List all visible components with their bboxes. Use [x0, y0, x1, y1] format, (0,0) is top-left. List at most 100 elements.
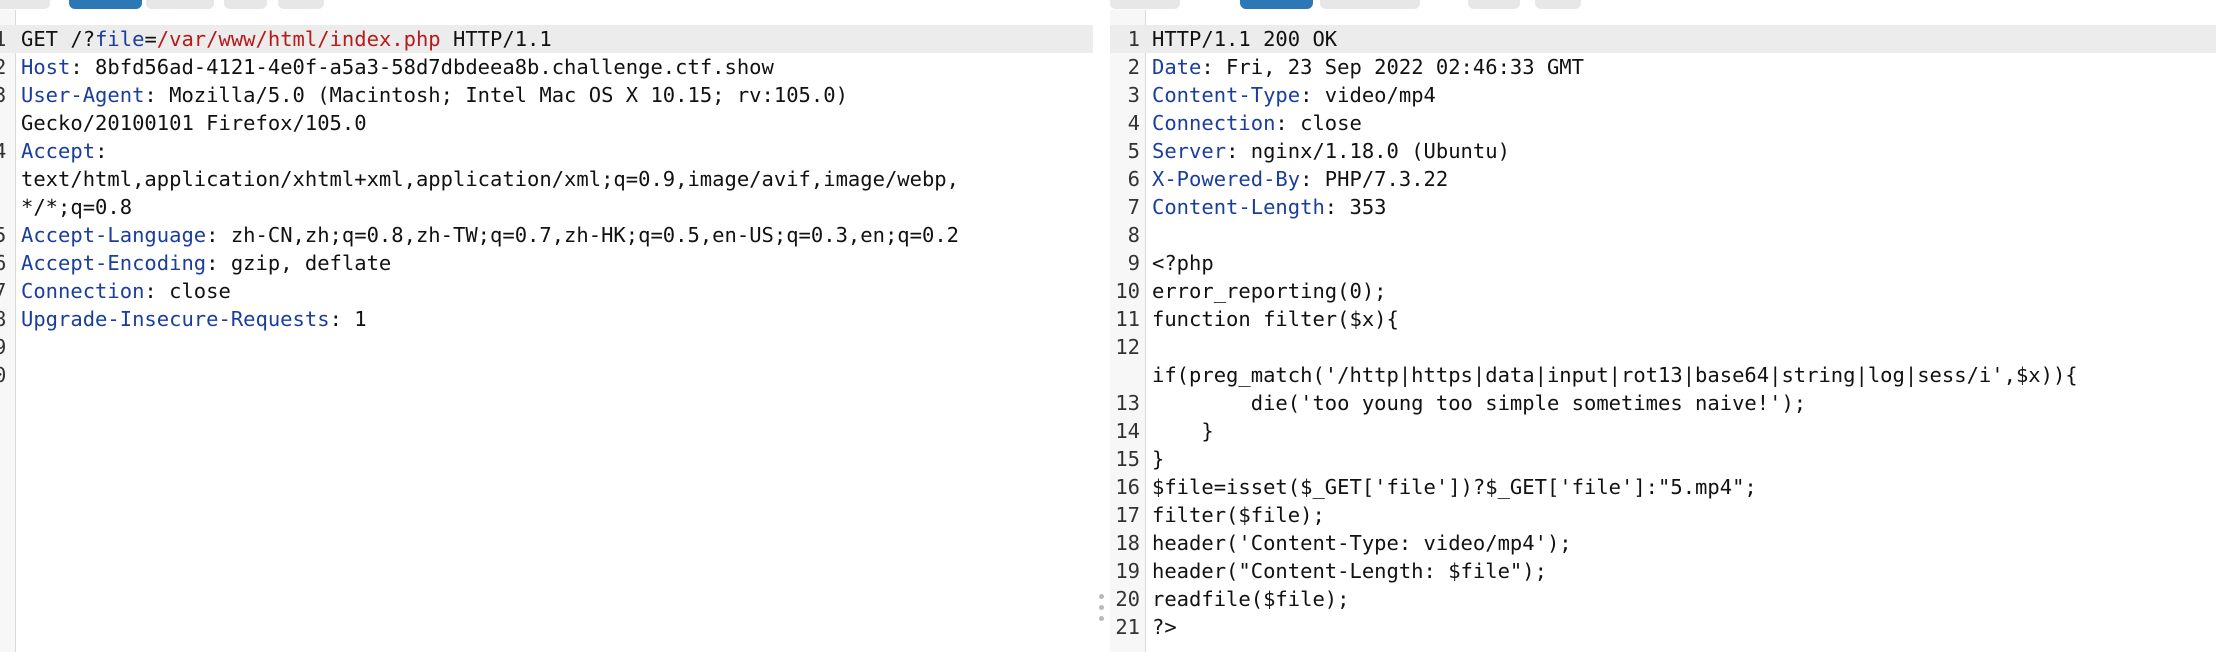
- tab-pretty[interactable]: [0, 0, 50, 9]
- tab-render[interactable]: [224, 0, 267, 9]
- code-line[interactable]: 5 Server: nginx/1.18.0 (Ubuntu): [1110, 137, 2216, 165]
- line-number: 15: [1115, 447, 1140, 471]
- code-line[interactable]: Gecko/20100101 Firefox/105.0: [0, 109, 1093, 137]
- line-text: }: [1152, 419, 1214, 443]
- response-pane[interactable]: 1 HTTP/1.1 200 OK 2 Date: Fri, 23 Sep 2022 …: [1110, 0, 2216, 652]
- code-line[interactable]: 16 $file=isset($_GET['file'])?$_GET['file…: [1110, 473, 2216, 501]
- code-line[interactable]: 13 die('too young too simple sometimes n…: [1110, 389, 2216, 417]
- line-text: }: [1152, 447, 1165, 471]
- code-line[interactable]: 7 Connection: close: [0, 277, 1093, 305]
- code-line[interactable]: 7 Content-Length: 353: [1110, 193, 2216, 221]
- line-text: $file=isset($_GET['file'])?$_GET['file']…: [1152, 475, 1757, 499]
- code-line[interactable]: 18 header('Content-Type: video/mp4');: [1110, 529, 2216, 557]
- code-line[interactable]: 8 Upgrade-Insecure-Requests: 1: [0, 305, 1093, 333]
- code-line[interactable]: if(preg_match('/http|https|data|input|ro…: [1110, 361, 2216, 389]
- request-method: GET /?: [21, 27, 96, 51]
- line-number: 7: [0, 279, 7, 303]
- code-line[interactable]: 6 Accept-Encoding: gzip, deflate: [0, 249, 1093, 277]
- tab-hex[interactable]: [146, 0, 214, 9]
- header-value: : video/mp4: [1300, 83, 1436, 107]
- line-number: 17: [1115, 503, 1140, 527]
- code-line[interactable]: 8: [1110, 221, 2216, 249]
- line-text: header('Content-Type: video/mp4');: [1152, 531, 1572, 555]
- drag-handle-icon[interactable]: [1096, 594, 1106, 628]
- code-line[interactable]: 12: [1110, 333, 2216, 361]
- line-number: 5: [1127, 139, 1140, 163]
- header-value: : 8bfd56ad-4121-4e0f-a5a3-58d7dbdeea8b.c…: [70, 55, 774, 79]
- code-line[interactable]: 17 filter($file);: [1110, 501, 2216, 529]
- code-line[interactable]: 9 <?php: [1110, 249, 2216, 277]
- header-value: : Mozilla/5.0 (Macintosh; Intel Mac OS X…: [144, 83, 848, 107]
- line-number: 21: [1115, 615, 1140, 639]
- code-line[interactable]: 4 Connection: close: [1110, 109, 2216, 137]
- line-text: text/html,application/xhtml+xml,applicat…: [21, 167, 959, 191]
- code-line[interactable]: */*;q=0.8: [0, 193, 1093, 221]
- header-value: : 353: [1324, 195, 1387, 219]
- request-line[interactable]: 1 GET /?file=/var/www/html/index.php HTT…: [0, 25, 1093, 53]
- line-number: 19: [1115, 559, 1140, 583]
- pane-divider[interactable]: [1093, 0, 1110, 652]
- line-number: 4: [0, 139, 7, 163]
- code-line[interactable]: 20 readfile($file);: [1110, 585, 2216, 613]
- code-line[interactable]: text/html,application/xhtml+xml,applicat…: [0, 165, 1093, 193]
- code-line[interactable]: 3 User-Agent: Mozilla/5.0 (Macintosh; Int…: [0, 81, 1093, 109]
- code-line[interactable]: 3 Content-Type: video/mp4: [1110, 81, 2216, 109]
- line-text: header("Content-Length: $file");: [1152, 559, 1547, 583]
- response-editor[interactable]: 1 HTTP/1.1 200 OK 2 Date: Fri, 23 Sep 2022 …: [1110, 25, 2216, 641]
- tab-inspector[interactable]: [278, 0, 324, 9]
- header-value: : zh-CN,zh;q=0.8,zh-TW;q=0.7,zh-HK;q=0.5…: [206, 223, 960, 247]
- code-line[interactable]: 0: [0, 361, 1093, 389]
- code-line[interactable]: 4 Accept:: [0, 137, 1093, 165]
- line-number: 9: [0, 335, 7, 359]
- line-number: 18: [1115, 531, 1140, 555]
- header-value: : close: [1275, 111, 1362, 135]
- header-name: Content-Type: [1152, 83, 1301, 107]
- tab-hex[interactable]: [1320, 0, 1420, 9]
- code-line[interactable]: 1 HTTP/1.1 200 OK: [1110, 25, 2216, 53]
- line-number: 3: [1127, 83, 1140, 107]
- header-name: Accept: [21, 139, 96, 163]
- code-line[interactable]: 5 Accept-Language: zh-CN,zh;q=0.8,zh-TW;q…: [0, 221, 1093, 249]
- line-number: 8: [0, 307, 7, 331]
- request-pane[interactable]: 1 GET /?file=/var/www/html/index.php HTT…: [0, 0, 1093, 652]
- line-number: 7: [1127, 195, 1140, 219]
- line-number: 1: [1127, 27, 1140, 51]
- code-line[interactable]: 14 }: [1110, 417, 2216, 445]
- tab-pretty[interactable]: [1110, 0, 1180, 9]
- line-number: 1: [0, 27, 7, 51]
- tab-inspector[interactable]: [1535, 0, 1581, 9]
- line-text: */*;q=0.8: [21, 195, 133, 219]
- code-line[interactable]: 2 Host: 8bfd56ad-4121-4e0f-a5a3-58d7dbdee…: [0, 53, 1093, 81]
- line-text: <?php: [1152, 251, 1214, 275]
- tab-render[interactable]: [1468, 0, 1520, 9]
- code-line[interactable]: 11 function filter($x){: [1110, 305, 2216, 333]
- header-name: Connection: [1152, 111, 1276, 135]
- code-line[interactable]: 15}: [1110, 445, 2216, 473]
- request-editor[interactable]: 1 GET /?file=/var/www/html/index.php HTT…: [0, 25, 1093, 389]
- line-number: 16: [1115, 475, 1140, 499]
- header-name: Upgrade-Insecure-Requests: [21, 307, 330, 331]
- line-number: 20: [1115, 587, 1140, 611]
- code-line[interactable]: 21 ?>: [1110, 613, 2216, 641]
- code-line[interactable]: 9: [0, 333, 1093, 361]
- code-line[interactable]: 10 error_reporting(0);: [1110, 277, 2216, 305]
- line-text: die('too young too simple sometimes naiv…: [1152, 391, 1807, 415]
- request-view-tabs: [0, 0, 1093, 10]
- line-number: 5: [0, 223, 7, 247]
- line-number: 9: [1127, 251, 1140, 275]
- line-number: 6: [0, 251, 7, 275]
- line-number: 4: [1127, 111, 1140, 135]
- tab-raw[interactable]: [1240, 0, 1313, 9]
- tab-raw[interactable]: [69, 0, 142, 9]
- code-line[interactable]: 6 X-Powered-By: PHP/7.3.22: [1110, 165, 2216, 193]
- header-name: Accept-Language: [21, 223, 207, 247]
- query-param-name: file: [95, 27, 145, 51]
- header-value: : close: [144, 279, 231, 303]
- line-number: 14: [1115, 419, 1140, 443]
- query-param-value: /var/www/html/index.php: [156, 27, 441, 51]
- header-name: Accept-Encoding: [21, 251, 207, 275]
- line-number: 10: [1115, 279, 1140, 303]
- code-line[interactable]: 19 header("Content-Length: $file");: [1110, 557, 2216, 585]
- code-line[interactable]: 2 Date: Fri, 23 Sep 2022 02:46:33 GMT: [1110, 53, 2216, 81]
- header-value: : gzip, deflate: [206, 251, 392, 275]
